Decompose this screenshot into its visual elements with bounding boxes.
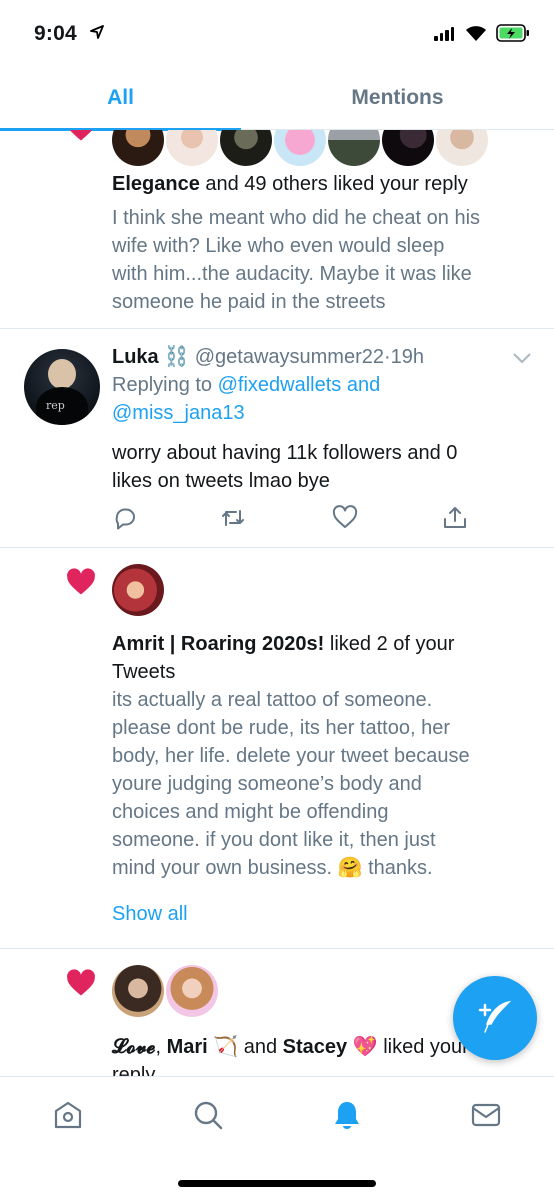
heart-icon xyxy=(70,130,92,141)
tweet-text-line: please dont be rude, its her tattoo, her xyxy=(112,717,450,739)
notification-summary: Elegance and 49 others liked your reply xyxy=(112,170,468,198)
home-icon[interactable] xyxy=(52,1099,84,1131)
tweet-text-line: with him...the audacity. Maybe it was li… xyxy=(112,263,472,285)
like-icon[interactable] xyxy=(332,505,358,531)
chevron-down-icon[interactable] xyxy=(512,351,532,365)
avatar[interactable]: rep xyxy=(24,349,100,425)
notification-action-text: and 49 others liked your reply xyxy=(199,173,468,195)
avatar[interactable] xyxy=(112,965,164,1017)
author-name[interactable]: Luka xyxy=(112,346,159,368)
notification-action-text: Tweets xyxy=(112,661,176,683)
bell-icon[interactable] xyxy=(331,1099,363,1131)
show-all-link[interactable]: Show all xyxy=(112,900,188,928)
status-bar: 9:04 xyxy=(0,0,554,66)
reply-mention-link[interactable]: @fixedwallets and xyxy=(218,374,381,396)
separator: , xyxy=(155,1036,167,1058)
notifications-feed[interactable]: Elegance and 49 others liked your reply … xyxy=(0,130,554,1076)
avatar[interactable] xyxy=(274,130,326,166)
avatar[interactable] xyxy=(436,130,488,166)
tweet-text-line: wife with? Like who even would sleep xyxy=(112,235,445,257)
location-arrow-icon xyxy=(90,25,104,39)
notification-action-text: liked your xyxy=(377,1036,469,1058)
tab-all[interactable]: All xyxy=(0,66,241,130)
mail-icon[interactable] xyxy=(470,1099,502,1131)
cellular-signal-icon xyxy=(434,27,454,41)
tweet-body: worry about having 11k followers and 0 l… xyxy=(112,439,457,495)
liker-name[interactable]: Mari xyxy=(167,1036,208,1058)
avatar[interactable] xyxy=(166,965,218,1017)
tweet-text-line: choices and might be offending xyxy=(112,801,389,823)
tweet-time: 19h xyxy=(390,346,425,368)
replying-to-label: Replying to xyxy=(112,374,218,396)
liker-name[interactable]: 𝓛𝓸𝓿𝓮 xyxy=(112,1036,155,1058)
battery-icon xyxy=(496,24,529,42)
tweet-text-line: youre judging someone’s body and xyxy=(112,773,422,795)
notification-action-text: reply xyxy=(112,1064,156,1076)
retweet-icon[interactable] xyxy=(220,505,246,531)
tweet-text-line: its actually a real tattoo of someone. xyxy=(112,689,433,711)
tweet-actions xyxy=(112,505,512,531)
share-icon[interactable] xyxy=(442,505,468,531)
tweet-text-line: body, her life. delete your tweet becaus… xyxy=(112,745,470,767)
liker-name[interactable]: Elegance xyxy=(112,173,200,195)
notification-action-text: liked 2 of your xyxy=(324,633,455,655)
avatar[interactable] xyxy=(112,130,164,166)
tweet-text-line: I think she meant who did he cheat on hi… xyxy=(112,207,481,229)
author-handle[interactable]: @getawaysummer22 xyxy=(195,346,384,368)
search-icon[interactable] xyxy=(192,1099,224,1131)
replying-to: Replying to @fixedwallets and @miss_jana… xyxy=(112,371,380,427)
liker-avatars xyxy=(112,130,488,166)
tweet-text-line: someone. if you dont like it, then just xyxy=(112,829,436,851)
liker-name[interactable]: Amrit | Roaring 2020s! xyxy=(112,633,324,655)
compose-tweet-button[interactable] xyxy=(453,976,537,1060)
author-name-emoji: ⛓️ xyxy=(164,346,190,368)
liker-avatars xyxy=(112,965,218,1017)
liker-avatars xyxy=(112,564,164,616)
avatar[interactable] xyxy=(112,564,164,616)
avatar[interactable] xyxy=(220,130,272,166)
tweet-text-line: mind your own business. 🤗 thanks. xyxy=(112,857,433,879)
heart-icon xyxy=(67,568,95,595)
mention-tweet-item[interactable]: rep Luka ⛓️ @getawaysummer22·19h Replyin… xyxy=(0,329,554,548)
reply-icon[interactable] xyxy=(112,505,138,531)
liked-tweet-text: I think she meant who did he cheat on hi… xyxy=(112,204,480,316)
like-notification-item[interactable]: Elegance and 49 others liked your reply … xyxy=(0,130,554,329)
liked-tweet-text: its actually a real tattoo of someone. p… xyxy=(112,686,470,882)
liker-emoji: 🏹 xyxy=(213,1036,239,1058)
wifi-icon xyxy=(466,26,486,41)
home-indicator xyxy=(178,1180,376,1187)
avatar[interactable] xyxy=(382,130,434,166)
notification-tabs: All Mentions xyxy=(0,66,554,131)
compose-icon xyxy=(478,1000,512,1033)
notification-summary: Amrit | Roaring 2020s! liked 2 of your T… xyxy=(112,630,454,686)
separator-dot: · xyxy=(384,346,391,368)
liker-name[interactable]: Stacey xyxy=(283,1036,348,1058)
status-time: 9:04 xyxy=(34,22,77,45)
conjunction: and xyxy=(238,1036,283,1058)
tweet-header: Luka ⛓️ @getawaysummer22·19h xyxy=(112,343,424,371)
liker-emoji: 💖 xyxy=(352,1036,378,1058)
heart-icon xyxy=(67,969,95,996)
tweet-text-line: worry about having 11k followers and 0 xyxy=(112,442,458,464)
avatar[interactable] xyxy=(328,130,380,166)
tweet-text-line: likes on tweets lmao bye xyxy=(112,470,330,492)
tab-mentions[interactable]: Mentions xyxy=(241,66,554,130)
avatar[interactable] xyxy=(166,130,218,166)
reply-mention-link[interactable]: @miss_jana13 xyxy=(112,402,245,424)
notification-summary: 𝓛𝓸𝓿𝓮, Mari 🏹 and Stacey 💖 liked your xyxy=(112,1033,469,1061)
like-notification-item[interactable]: Amrit | Roaring 2020s! liked 2 of your T… xyxy=(0,548,554,949)
tweet-text-line: someone he paid in the streets xyxy=(112,291,386,313)
